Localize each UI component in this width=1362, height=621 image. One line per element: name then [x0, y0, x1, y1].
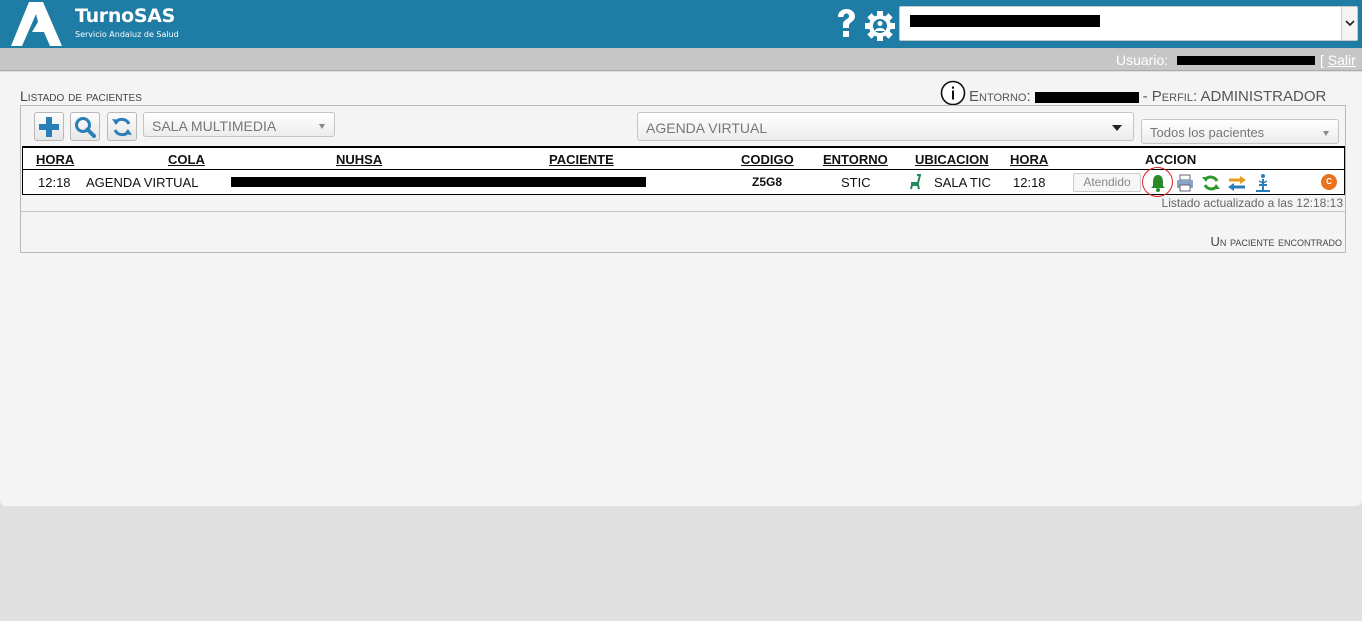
user-label: Usuario:: [1116, 52, 1169, 68]
print-icon[interactable]: [1175, 173, 1195, 193]
table-header: HORA COLA NUHSA PACIENTE CODIGO ENTORNO …: [22, 146, 1345, 170]
col-entorno[interactable]: ENTORNO: [823, 152, 888, 167]
brand-name: TurnoSAS: [75, 5, 176, 27]
cell-codigo: Z5G8: [752, 175, 783, 189]
logo-icon: [11, 2, 62, 46]
col-paciente[interactable]: PACIENTE: [549, 152, 614, 167]
col-hora-2[interactable]: HORA: [1010, 152, 1048, 167]
cell-hora-2: 12:18: [1013, 175, 1046, 190]
status-badge: C: [1321, 174, 1337, 190]
search-icon: [75, 117, 96, 138]
col-nuhsa[interactable]: NUHSA: [336, 152, 382, 167]
user-bar: Usuario: [ Salir: [0, 48, 1362, 71]
environment-info: Entorno: - Perfil: ADMINISTRADOR: [969, 88, 1326, 105]
entorno-select[interactable]: INFORMATICA ADMIN: [899, 6, 1358, 41]
col-accion: ACCION: [1145, 152, 1197, 167]
cell-ubicacion: SALA TIC: [934, 175, 991, 190]
perfil-label: - Perfil:: [1142, 88, 1198, 105]
perfil-value: ADMINISTRADOR: [1200, 88, 1327, 105]
cell-cola: AGENDA VIRTUAL: [86, 175, 199, 190]
add-patient-button[interactable]: [34, 112, 64, 141]
cell-hora: 12:18: [38, 175, 71, 190]
chevron-down-icon: [1112, 125, 1122, 131]
table-row[interactable]: 12:18 AGENDA VIRTUAL Z5G8 STIC SALA TIC …: [22, 167, 1345, 197]
sala-select[interactable]: SALA MULTIMEDIA: [143, 112, 335, 137]
accessibility-icon[interactable]: [1253, 173, 1273, 193]
logout-wrap: [ Salir: [1320, 52, 1356, 68]
atendido-button[interactable]: Atendido: [1073, 173, 1141, 192]
results-count: Un paciente encontrado: [1210, 234, 1342, 249]
patients-filter-select[interactable]: Todos los pacientes: [1141, 119, 1339, 144]
chevron-down-icon: [319, 124, 325, 129]
help-icon[interactable]: [834, 8, 858, 40]
logout-link[interactable]: Salir: [1328, 52, 1356, 68]
search-button[interactable]: [70, 112, 100, 141]
info-icon[interactable]: [940, 80, 966, 106]
add-icon: [39, 117, 59, 137]
page-title: Listado de pacientes: [20, 88, 142, 104]
cell-entorno: STIC: [841, 175, 871, 190]
user-name-redacted: [1177, 56, 1315, 65]
patients-filter-value: Todos los pacientes: [1150, 125, 1265, 140]
chevron-down-icon: [1341, 7, 1357, 40]
refresh-icon: [112, 117, 132, 137]
entorno-selected-value: INFORMATICA ADMIN: [910, 15, 1100, 27]
divider: [21, 211, 1345, 212]
gear-icon[interactable]: [864, 10, 896, 42]
transfer-icon[interactable]: [1227, 173, 1247, 193]
bell-icon[interactable]: [1148, 173, 1168, 193]
main-content: Listado de pacientes Entorno: - Perfil: A…: [0, 72, 1362, 506]
chevron-down-icon: [1323, 131, 1329, 136]
cell-nuhsa-paciente-redacted: [231, 177, 646, 187]
entorno-redacted: [1034, 91, 1139, 103]
col-codigo[interactable]: CODIGO: [741, 152, 794, 167]
brand-subtitle: Servicio Andaluz de Salud: [75, 30, 179, 39]
sala-select-value: SALA MULTIMEDIA: [152, 118, 277, 134]
entorno-label: Entorno:: [969, 88, 1031, 105]
agenda-select-value: AGENDA VIRTUAL: [646, 120, 768, 136]
app-header: TurnoSAS Servicio Andaluz de Salud INFOR…: [0, 0, 1362, 48]
col-ubicacion[interactable]: UBICACION: [915, 152, 989, 167]
recycle-icon[interactable]: [1201, 173, 1221, 193]
col-cola[interactable]: COLA: [168, 152, 205, 167]
patients-panel: SALA MULTIMEDIA AGENDA VIRTUAL Todos los…: [20, 105, 1346, 253]
refresh-button[interactable]: [107, 112, 137, 141]
chair-icon: [910, 174, 922, 190]
col-hora[interactable]: HORA: [36, 152, 74, 167]
agenda-select[interactable]: AGENDA VIRTUAL: [637, 112, 1134, 141]
updated-timestamp: Listado actualizado a las 12:18:13: [1161, 196, 1343, 210]
